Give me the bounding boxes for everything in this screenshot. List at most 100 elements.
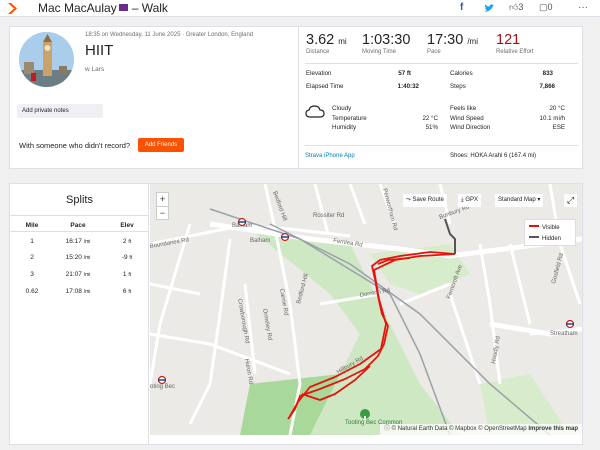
detail-value: 833 [542, 70, 553, 77]
add-private-notes-button[interactable]: Add private notes [17, 104, 103, 118]
activity-datetime-location: 18:35 on Wednesday, 11 June 2025 · Great… [85, 32, 254, 38]
split-pace: 16:17 [65, 238, 82, 245]
info-icon[interactable]: ⓘ [384, 426, 392, 432]
top-bar: Mac MacAulay – Walk f 👍︎3 ▢0 ··· [0, 0, 600, 17]
label-penwortham-rd: Penwortham Rd [381, 188, 398, 231]
col-header-pace: Pace [70, 222, 86, 229]
splits-panel: Splits Mile Pace Elev 1 16:17 /mi 2 ft 2… [10, 184, 149, 444]
split-mile: 1 [30, 238, 34, 245]
map-style-dropdown[interactable]: Standard Map ▾ [495, 194, 544, 207]
weather-condition: Cloudy [332, 105, 352, 112]
split-pace: 17:08 [65, 288, 82, 295]
label-huron-rd: Huron Rd [243, 358, 253, 384]
improve-map-link[interactable]: Improve this map [528, 426, 578, 432]
split-elev: 6 [122, 288, 127, 295]
split-pace: 15:20 [65, 254, 82, 261]
athlete-name[interactable]: Mac MacAulay [38, 1, 117, 15]
detail-value: 10.1 mi/h [539, 115, 565, 122]
map-canvas[interactable]: Balham Balham Fernlea Rd Rossiter Rd Bou… [150, 184, 582, 435]
stat-label: Moving Time [362, 49, 397, 55]
detail-value: 51% [425, 124, 438, 131]
split-elev-unit: ft [129, 255, 133, 261]
chevron-logo-icon[interactable] [7, 2, 21, 15]
detail-value: 20 °C [549, 105, 565, 112]
comments-button[interactable]: ▢0 [539, 2, 553, 13]
label-rossiter-rd: Rossiter Rd [313, 213, 344, 219]
add-friends-button[interactable]: Add Friends [138, 138, 184, 152]
split-pace-unit: /mi [83, 289, 91, 295]
split-row[interactable]: 0.62 17:08 /mi 6 ft [10, 288, 149, 302]
detail-label: Elevation [306, 70, 332, 77]
activity-summary-card: 18:35 on Wednesday, 11 June 2025 · Great… [9, 26, 583, 169]
stat-unit: mi [338, 37, 347, 46]
route-map[interactable]: Balham Balham Fernlea Rd Rossiter Rd Bou… [150, 184, 582, 435]
stat-value: 1:03:30 [362, 32, 411, 48]
weather-humidity: Humidity 51% [332, 124, 438, 131]
weather-feels-like: Feels like 20 °C [450, 105, 565, 112]
detail-label: Humidity [332, 124, 357, 131]
label-gosfield-rd: Gosfield Rd [551, 253, 565, 285]
splits-map-section: Splits Mile Pace Elev 1 16:17 /mi 2 ft 2… [9, 183, 583, 445]
fullscreen-icon[interactable]: ⤢ [564, 194, 578, 207]
divider [298, 27, 299, 168]
split-elev-unit: ft [128, 272, 132, 278]
label-streatham: Streatham [550, 331, 578, 337]
split-row[interactable]: 1 16:17 /mi 2 ft [10, 238, 149, 252]
stat-relative-effort[interactable]: 121 Relative Effort [496, 32, 534, 55]
split-mile: 3 [30, 271, 34, 278]
detail-label: Feels like [450, 105, 477, 112]
detail-calories: Calories 833 [450, 70, 553, 77]
zoom-in-button[interactable]: + [157, 193, 168, 206]
comment-count: 0 [547, 2, 553, 12]
col-header-mile: Mile [25, 222, 39, 229]
label-ormeley-rd: Ormeley Rd [261, 308, 272, 341]
more-options-icon[interactable]: ··· [578, 2, 588, 13]
gpx-button[interactable]: ⤓ GPX [458, 194, 481, 207]
split-elev: -9 [121, 254, 128, 261]
flag-icon [118, 4, 128, 11]
cloud-icon [305, 105, 325, 118]
legend-swatch [529, 225, 539, 227]
route-legend: Visible Hidden [524, 219, 576, 246]
split-row[interactable]: 3 21:07 /mi 1 ft [10, 271, 149, 285]
device-link[interactable]: Strava iPhone App [305, 153, 355, 159]
label-hoadly-rd: Hoadly Rd [491, 336, 502, 365]
detail-elevation: Elevation 57 ft [306, 70, 411, 77]
detail-value: 22 °C [422, 115, 438, 122]
detail-value: ESE [552, 124, 565, 131]
detail-value: 1:40:32 [397, 83, 419, 90]
detail-label: Wind Direction [450, 124, 491, 131]
kudos-button[interactable]: 👍︎3 [509, 2, 523, 13]
with-athletes[interactable]: w Lars [85, 66, 104, 73]
weather-wind-speed: Wind Speed 10.1 mi/h [450, 115, 565, 122]
splits-header-row: Mile Pace Elev [10, 222, 149, 236]
twitter-share-icon[interactable] [484, 4, 494, 13]
stat-value: 17:30 [427, 32, 464, 48]
attribution-text[interactable]: © Natural Earth Data © Mapbox © OpenStre… [392, 426, 527, 432]
shoes-info[interactable]: Shoes: HOKA Arahi 6 (167.4 mi) [450, 153, 536, 159]
weather-temperature: Temperature 22 °C [332, 115, 438, 122]
rail-station-icon [237, 217, 247, 227]
facebook-share-icon[interactable]: f [460, 2, 463, 13]
zoom-controls: + − [156, 192, 169, 220]
big-ben-avatar-image [19, 32, 74, 87]
activity-name: HIIT [85, 42, 114, 59]
stat-label: Distance [306, 49, 330, 55]
activity-header-title: Mac MacAulay – Walk [38, 1, 168, 15]
save-route-button[interactable]: ⤳ Save Route [403, 194, 447, 207]
legend-swatch [529, 236, 539, 238]
rail-station-icon [157, 375, 167, 385]
map-style-label: Standard Map [498, 197, 536, 203]
split-row[interactable]: 2 15:20 /mi -9 ft [10, 254, 149, 268]
map-attribution: ⓘ © Natural Earth Data © Mapbox © OpenSt… [379, 424, 582, 435]
split-pace: 21:07 [65, 271, 82, 278]
detail-steps: Steps 7,866 [450, 83, 555, 90]
thumbs-up-icon: 👍︎ [509, 2, 519, 12]
zoom-out-button[interactable]: − [157, 206, 168, 219]
detail-label: Elapsed Time [306, 83, 344, 90]
stat-moving-time: 1:03:30 Moving Time [362, 32, 410, 55]
activity-type: – Walk [131, 1, 168, 15]
avatar[interactable] [19, 32, 74, 87]
detail-label: Steps [450, 83, 466, 90]
detail-elapsed-time: Elapsed Time 1:40:32 [306, 83, 419, 90]
